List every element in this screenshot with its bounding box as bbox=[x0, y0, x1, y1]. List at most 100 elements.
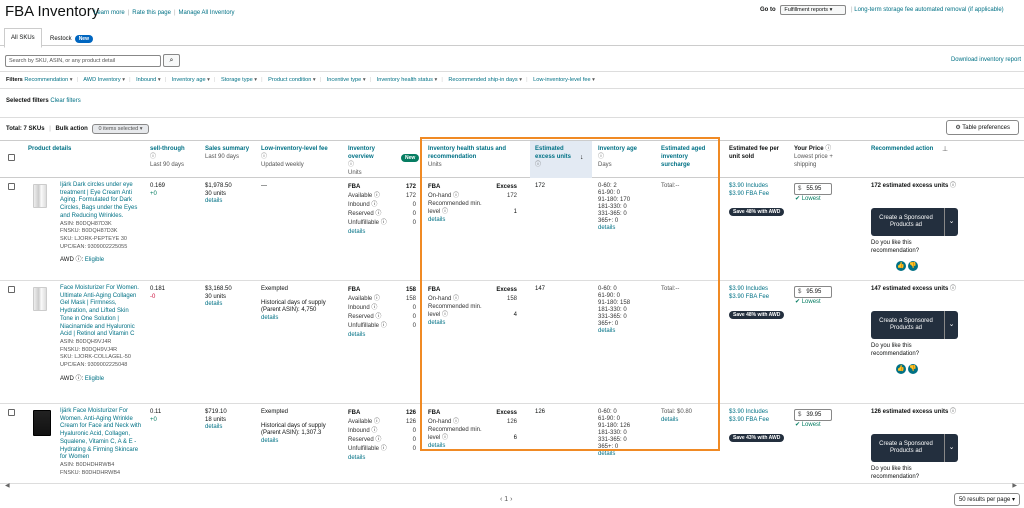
price-value: 95.95 bbox=[806, 289, 822, 295]
create-sponsored-ad-button[interactable]: Create a Sponsored Products ad ⌄ bbox=[871, 311, 958, 339]
filter-inventory-health-status[interactable]: Inventory health status bbox=[377, 77, 433, 83]
fee-includes[interactable]: $3.90 Includes bbox=[729, 183, 769, 191]
overview-inbound-label: Inbound bbox=[348, 428, 370, 434]
awd-status: AWD ⓘ: Eligible bbox=[60, 375, 105, 382]
sp-dropdown-icon[interactable]: ⌄ bbox=[944, 311, 958, 339]
sales-details-link[interactable]: details bbox=[205, 424, 227, 432]
horizontal-scrollbar[interactable]: ◀ ▶ bbox=[5, 483, 1017, 489]
filter-recommendation[interactable]: Recommendation bbox=[24, 77, 68, 83]
thumbs-up-icon[interactable]: 👍 bbox=[896, 261, 906, 271]
overview-details-link[interactable]: details bbox=[348, 331, 416, 340]
fba-fee[interactable]: $3.90 FBA Fee bbox=[729, 294, 769, 302]
row-checkbox[interactable] bbox=[8, 409, 15, 416]
rate-page-link[interactable]: Rate this page bbox=[132, 10, 171, 16]
thumbs-up-icon[interactable]: 👍 bbox=[896, 364, 906, 374]
product-title[interactable]: Ijärk Dark circles under eye treatment |… bbox=[60, 182, 142, 221]
awd-savings-badge: Save 48% with AWD bbox=[729, 311, 785, 319]
filter-recommended-ship-in-days[interactable]: Recommended ship-in days bbox=[448, 77, 517, 83]
overview-unfulfillable-label: Unfulfillable bbox=[348, 220, 380, 226]
product-upc: UPC/EAN: 9309002225048 bbox=[60, 362, 128, 369]
thumbs-down-icon[interactable]: 👎 bbox=[908, 364, 918, 374]
fba-total: 126 bbox=[405, 410, 416, 416]
col-product-details[interactable]: Product details bbox=[28, 145, 71, 153]
overview-reserved-value: 0 bbox=[412, 211, 416, 217]
price-input[interactable]: $95.95 bbox=[794, 286, 832, 298]
awd-eligible-link[interactable]: Eligible bbox=[85, 257, 104, 263]
removal-link[interactable]: Long-term storage fee automated removal … bbox=[854, 7, 1003, 13]
product-image[interactable] bbox=[33, 287, 47, 311]
row-checkbox[interactable] bbox=[8, 286, 15, 293]
filters-label: Filters bbox=[6, 77, 23, 83]
col-low-inventory-fee[interactable]: Low-inventory-level fee ⓘ Updated weekly bbox=[261, 145, 341, 169]
price-input[interactable]: $39.95 bbox=[794, 409, 832, 421]
low-inventory-fee: — bbox=[261, 183, 341, 191]
table-preferences-button[interactable]: ⚙ Table preferences bbox=[946, 120, 1019, 135]
fee-includes[interactable]: $3.90 Includes bbox=[729, 286, 769, 294]
bulk-action-select[interactable]: 0 items selected ▾ bbox=[92, 124, 149, 134]
filter-inbound[interactable]: Inbound bbox=[136, 77, 156, 83]
tab-restock[interactable]: Restock New bbox=[46, 33, 97, 45]
recommendation-text: 172 estimated excess units ⓘ bbox=[871, 183, 957, 189]
product-title[interactable]: Face Moisturizer For Women. Ultimate Ant… bbox=[60, 285, 142, 339]
col-sales-summary[interactable]: Sales summary Last 90 days bbox=[205, 145, 250, 161]
product-sku: SKU: LJORK-COLLAGEL-50 bbox=[60, 354, 131, 361]
new-badge: New bbox=[74, 35, 93, 43]
fee-per-unit: $3.90 Includes $3.90 FBA Fee bbox=[729, 286, 769, 301]
sales-details-link[interactable]: details bbox=[205, 301, 232, 309]
clear-filters-link[interactable]: Clear filters bbox=[50, 98, 80, 104]
fba-label: FBA bbox=[348, 184, 361, 190]
pin-icon[interactable]: ⊥ bbox=[942, 145, 948, 153]
thumbs-down-icon[interactable]: 👎 bbox=[908, 261, 918, 271]
results-per-page-select[interactable]: 50 results per page ▾ bbox=[953, 493, 1020, 506]
col-your-price[interactable]: Your Price ⓘ Lowest price + shipping bbox=[794, 145, 854, 169]
awd-eligible-link[interactable]: Eligible bbox=[85, 376, 104, 382]
row-checkbox[interactable] bbox=[8, 183, 15, 190]
sales-details-link[interactable]: details bbox=[205, 198, 232, 206]
fba-fee[interactable]: $3.90 FBA Fee bbox=[729, 191, 769, 199]
create-sponsored-ad-button[interactable]: Create a Sponsored Products ad ⌄ bbox=[871, 208, 958, 236]
learn-more-link[interactable]: Learn more bbox=[94, 10, 125, 16]
sales-summary: $719.10 18 units details bbox=[205, 409, 227, 432]
filter-incentive-type[interactable]: Incentive type bbox=[327, 77, 362, 83]
pagination[interactable]: ‹ 1 › bbox=[500, 496, 512, 503]
search-input[interactable]: Search by SKU, ASIN, or any product deta… bbox=[5, 55, 161, 67]
search-icon[interactable]: ⌕ bbox=[163, 54, 180, 67]
feedback-thumbs: 👍 👎 bbox=[896, 261, 922, 271]
col-inventory-overview[interactable]: Inventory overview ⓘ Units bbox=[348, 145, 398, 177]
col-sell-through[interactable]: sell-through ⓘ Last 90 days bbox=[150, 145, 200, 169]
filter-awd-inventory[interactable]: AWD Inventory bbox=[83, 77, 120, 83]
sp-dropdown-icon[interactable]: ⌄ bbox=[944, 208, 958, 236]
product-title[interactable]: Ijärk Face Moisturizer For Women. Anti-A… bbox=[60, 408, 142, 462]
age-details-link[interactable]: details bbox=[598, 451, 658, 458]
download-report-link[interactable]: Download inventory report bbox=[951, 57, 1021, 63]
sp-label: Create a Sponsored Products ad bbox=[879, 215, 933, 228]
sales-amount: $3,168.50 bbox=[205, 286, 232, 292]
fba-line: FBA 172 bbox=[348, 183, 416, 192]
product-image[interactable] bbox=[33, 410, 51, 436]
goto-select[interactable]: Fulfillment reports ▾ bbox=[780, 5, 847, 15]
select-all-checkbox[interactable] bbox=[8, 154, 15, 161]
manage-inventory-link[interactable]: Manage All Inventory bbox=[179, 10, 235, 16]
lowest-label: Lowest bbox=[801, 422, 821, 428]
currency-symbol: $ bbox=[798, 289, 802, 295]
lil-details-link[interactable]: details bbox=[261, 438, 341, 446]
price-input[interactable]: $55.95 bbox=[794, 183, 832, 195]
product-image[interactable] bbox=[33, 184, 47, 208]
goto-label: Go to bbox=[760, 7, 776, 13]
fba-fee[interactable]: $3.90 FBA Fee bbox=[729, 417, 769, 425]
fee-includes[interactable]: $3.90 Includes bbox=[729, 409, 769, 417]
filter-low-inventory-level-fee[interactable]: Low-inventory-level fee bbox=[533, 77, 591, 83]
overview-details-link[interactable]: details bbox=[348, 228, 416, 237]
inventory-overview: FBA 126 Available ⓘ 126 Inbound ⓘ 0 Reserved ⓘ… bbox=[348, 409, 416, 463]
sell-through-rate: 0.181 bbox=[150, 286, 166, 292]
filter-inventory-age[interactable]: Inventory age bbox=[172, 77, 206, 83]
sp-dropdown-icon[interactable]: ⌄ bbox=[944, 434, 958, 462]
filter-storage-type[interactable]: Storage type bbox=[221, 77, 253, 83]
overview-details-link[interactable]: details bbox=[348, 454, 416, 463]
lowest-price-status: ✔ Lowest bbox=[795, 422, 821, 430]
lil-details-link[interactable]: details bbox=[261, 315, 341, 323]
fba-line: FBA 126 bbox=[348, 409, 416, 418]
create-sponsored-ad-button[interactable]: Create a Sponsored Products ad ⌄ bbox=[871, 434, 958, 462]
tab-all-skus[interactable]: All SKUs bbox=[4, 28, 42, 48]
filter-product-condition[interactable]: Product condition bbox=[268, 77, 311, 83]
